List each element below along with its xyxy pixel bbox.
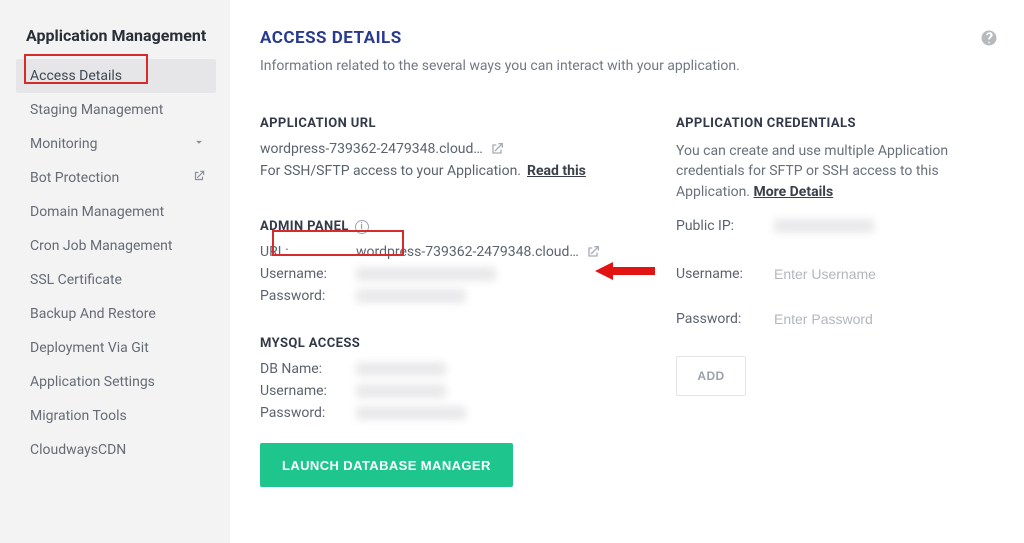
sidebar-item-label: SSL Certificate — [30, 272, 122, 288]
admin-username-value-blurred — [356, 267, 496, 281]
mysql-username-label: Username: — [260, 383, 350, 399]
sidebar-item-label: Application Settings — [30, 374, 155, 390]
sidebar-item-staging-management[interactable]: Staging Management — [16, 93, 216, 127]
external-link-icon[interactable] — [489, 141, 505, 157]
admin-url-value: wordpress-739362-2479348.cloud… — [356, 244, 579, 260]
sidebar-item-label: Cron Job Management — [30, 238, 172, 254]
section-heading-application-url: APPLICATION URL — [260, 116, 640, 131]
sidebar-item-deployment-via-git[interactable]: Deployment Via Git — [16, 331, 216, 365]
section-heading-mysql-access: MYSQL ACCESS — [260, 336, 640, 351]
sidebar-item-label: Access Details — [30, 68, 122, 84]
public-ip-value-blurred — [774, 219, 874, 233]
sidebar-item-label: Bot Protection — [30, 170, 119, 186]
launch-database-manager-button[interactable]: LAUNCH DATABASE MANAGER — [260, 443, 513, 487]
read-this-link[interactable]: Read this — [527, 163, 586, 179]
sidebar-item-label: Staging Management — [30, 102, 163, 118]
page-title: ACCESS DETAILS — [260, 28, 402, 48]
sidebar-item-label: Backup And Restore — [30, 306, 156, 322]
sidebar-item-domain-management[interactable]: Domain Management — [16, 195, 216, 229]
sidebar: Application Management Access Details St… — [0, 0, 230, 543]
ssh-note-text: For SSH/SFTP access to your Application. — [260, 163, 521, 179]
sidebar-item-application-settings[interactable]: Application Settings — [16, 365, 216, 399]
external-link-icon[interactable] — [585, 244, 601, 260]
mysql-password-value-blurred — [356, 406, 466, 420]
application-url-value: wordpress-739362-2479348.cloud… — [260, 141, 483, 157]
chevron-down-icon — [192, 135, 206, 153]
sidebar-item-monitoring[interactable]: Monitoring — [16, 127, 216, 161]
sidebar-item-label: Domain Management — [30, 204, 164, 220]
credentials-description: You can create and use multiple Applicat… — [676, 141, 998, 202]
external-link-icon — [192, 169, 206, 187]
credentials-password-label: Password: — [676, 311, 756, 327]
admin-password-value-blurred — [356, 289, 466, 303]
sidebar-item-cron-job-management[interactable]: Cron Job Management — [16, 229, 216, 263]
admin-password-label: Password: — [260, 288, 350, 304]
sidebar-item-label: Monitoring — [30, 136, 98, 152]
mysql-password-label: Password: — [260, 405, 350, 421]
sidebar-item-label: Deployment Via Git — [30, 340, 149, 356]
sidebar-title: Application Management — [16, 26, 216, 45]
credentials-password-input[interactable] — [774, 305, 994, 334]
sidebar-item-access-details[interactable]: Access Details — [16, 59, 216, 93]
mysql-dbname-value-blurred — [356, 362, 446, 376]
section-heading-admin-panel: ADMIN PANEL i — [260, 219, 640, 234]
more-details-link[interactable]: More Details — [753, 184, 833, 200]
section-heading-application-credentials: APPLICATION CREDENTIALS — [676, 116, 998, 131]
add-button[interactable]: ADD — [676, 356, 746, 396]
sidebar-item-migration-tools[interactable]: Migration Tools — [16, 399, 216, 433]
main-panel: ACCESS DETAILS Information related to th… — [230, 0, 1024, 543]
sidebar-item-ssl-certificate[interactable]: SSL Certificate — [16, 263, 216, 297]
sidebar-item-label: Migration Tools — [30, 408, 127, 424]
help-icon[interactable] — [980, 29, 998, 47]
credentials-username-input[interactable] — [774, 260, 994, 289]
admin-url-label: URL: — [260, 244, 350, 260]
admin-username-label: Username: — [260, 266, 350, 282]
sidebar-item-cloudwayscdn[interactable]: CloudwaysCDN — [16, 433, 216, 467]
mysql-username-value-blurred — [356, 384, 446, 398]
page-subtitle: Information related to the several ways … — [260, 58, 998, 74]
info-icon[interactable]: i — [355, 220, 369, 234]
public-ip-label: Public IP: — [676, 218, 756, 234]
sidebar-item-label: CloudwaysCDN — [30, 442, 126, 458]
sidebar-item-bot-protection[interactable]: Bot Protection — [16, 161, 216, 195]
mysql-dbname-label: DB Name: — [260, 361, 350, 377]
sidebar-item-backup-and-restore[interactable]: Backup And Restore — [16, 297, 216, 331]
credentials-username-label: Username: — [676, 266, 756, 282]
